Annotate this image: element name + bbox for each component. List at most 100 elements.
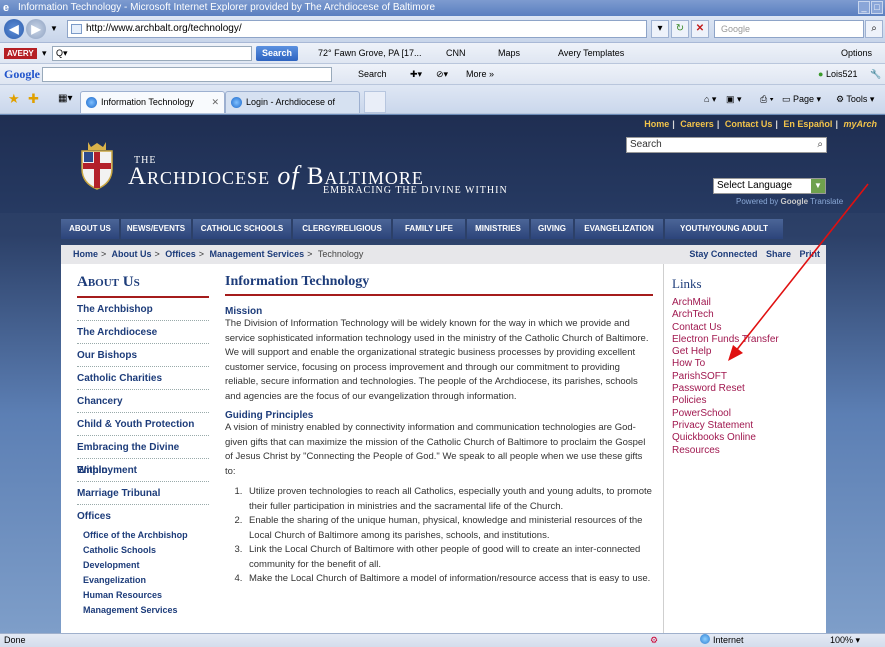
avery-dropdown-icon[interactable]: ▾ [42,43,47,63]
add-favorite-icon[interactable]: ✚ [28,89,39,109]
avery-search-button[interactable]: Search [256,46,299,61]
popup-blocker-icon[interactable]: ⊘▾ [436,64,448,84]
link-how-to[interactable]: How To [672,358,826,370]
options-button[interactable]: Options [841,43,872,63]
share-icon[interactable]: ✚▾ [410,64,422,84]
zoom-level[interactable]: 100% ▾ [830,634,860,647]
avery-logo[interactable]: AVERY [4,48,37,59]
history-dropdown-icon[interactable]: ▼ [50,24,58,33]
nav-youth-young-adult[interactable]: YOUTH/YOUNG ADULT [665,219,783,239]
more-button[interactable]: More » [466,64,494,84]
print-icon[interactable]: ⎙ ▾ [760,89,773,109]
breadcrumb-management-services[interactable]: Management Services [210,249,305,259]
maximize-icon[interactable]: □ [871,1,883,14]
toplink-careers[interactable]: Careers [680,119,714,129]
link-archtech[interactable]: ArchTech [672,309,826,321]
link-electron-funds-transfer[interactable]: Electron Funds Transfer [672,334,826,346]
url-dropdown-icon[interactable]: ▾ [651,20,669,38]
sidebar-item-bishops[interactable]: Our Bishops [77,344,209,367]
language-select[interactable]: Select Language ▼ [713,178,826,194]
avery-search-input[interactable]: Q▾ [52,46,252,61]
sidebar-subitem-evangelization[interactable]: Evangelization [77,573,209,588]
breadcrumb-about-us[interactable]: About Us [111,249,151,259]
google-logo[interactable]: Google [4,64,40,84]
url-field[interactable]: http://www.archbalt.org/technology/ [67,20,647,38]
maps-item[interactable]: Maps [498,43,520,63]
minimize-icon[interactable]: _ [858,1,870,14]
sidebar-subitem-management-services[interactable]: Management Services [77,603,209,618]
sidebar-subitem-human-resources[interactable]: Human Resources [77,588,209,603]
nav-evangelization[interactable]: EVANGELIZATION [575,219,663,239]
weather-item[interactable]: 72° Fawn Grove, PA [17... [318,43,421,63]
nav-giving[interactable]: GIVING [531,219,573,239]
toplink-contact[interactable]: Contact Us [725,119,773,129]
nav-ministries[interactable]: MINISTRIES [467,219,529,239]
breadcrumb: Home > About Us > Offices > Management Serv… [61,245,826,264]
sidebar-subitem-development[interactable]: Development [77,558,209,573]
breadcrumb-offices[interactable]: Offices [165,249,196,259]
link-get-help[interactable]: Get Help [672,346,826,358]
refresh-icon[interactable]: ↻ [671,20,689,38]
sidebar-item-chancery[interactable]: Chancery [77,390,209,413]
print-link[interactable]: Print [799,249,820,259]
link-parishsoft[interactable]: ParishSOFT [672,371,826,383]
avery-templates-item[interactable]: Avery Templates [558,43,624,63]
nav-catholic-schools[interactable]: CATHOLIC SCHOOLS [193,219,291,239]
back-button[interactable]: ◀ [4,19,24,39]
links-panel: Links ArchMail ArchTech Contact Us Elect… [663,264,826,633]
search-icon[interactable]: ⌕ [817,138,823,152]
toplink-home[interactable]: Home [644,119,669,129]
breadcrumb-home[interactable]: Home [73,249,98,259]
home-icon[interactable]: ⌂ ▾ [704,89,716,109]
new-tab-button[interactable] [364,91,386,113]
google-search-button[interactable]: Search [358,64,387,84]
link-contact-us[interactable]: Contact Us [672,322,826,334]
tools-menu[interactable]: ⚙ Tools ▾ [836,89,874,109]
nav-family-life[interactable]: FAMILY LIFE [393,219,465,239]
mission-text: The Division of Information Technology w… [225,318,649,402]
sidebar-subitem-office-archbishop[interactable]: Office of the Archbishop [77,528,209,543]
link-quickbooks-online[interactable]: Quickbooks Online [672,432,826,444]
quick-tabs-icon[interactable]: ▦▾ [58,89,72,109]
sidebar-item-catholic-charities[interactable]: Catholic Charities [77,367,209,390]
user-account[interactable]: ● Lois521 [818,64,857,84]
toplink-myarch[interactable]: myArch [843,119,877,129]
link-policies[interactable]: Policies [672,395,826,407]
search-icon[interactable]: ⌕ [865,20,883,38]
sidebar-item-child-youth-protection[interactable]: Child & Youth Protection [77,413,209,436]
sidebar-item-offices[interactable]: Offices [77,505,209,528]
sidebar-item-archdiocese[interactable]: The Archdiocese [77,321,209,344]
site-header: Home | Careers | Contact Us | En Español | m… [0,115,885,213]
stop-icon[interactable]: ✕ [691,20,709,38]
link-archmail[interactable]: ArchMail [672,297,826,309]
sidebar-item-archbishop[interactable]: The Archbishop [77,298,209,321]
toplink-espanol[interactable]: En Español [783,119,832,129]
tab-information-technology[interactable]: Information Technology ✕ [80,91,225,113]
sidebar-subitem-catholic-schools[interactable]: Catholic Schools [77,543,209,558]
tab-login[interactable]: Login - Archdiocese of Baltim... [225,91,360,127]
feeds-icon[interactable]: ▣ ▾ [726,89,742,109]
nav-about-us[interactable]: ABOUT US [61,219,119,239]
link-privacy-statement[interactable]: Privacy Statement [672,420,826,432]
stay-connected-link[interactable]: Stay Connected [689,249,757,259]
nav-clergy-religious[interactable]: CLERGY/RELIGIOUS [293,219,391,239]
site-search-input[interactable]: Search ⌕ [626,137,827,153]
link-powerschool[interactable]: PowerSchool [672,408,826,420]
sidebar-item-employment[interactable]: Employment [77,459,209,482]
archdiocese-crest-logo[interactable] [76,139,118,191]
browser-search-input[interactable]: Google [714,20,864,38]
forward-button[interactable]: ▶ [26,19,46,39]
google-search-input[interactable] [42,67,332,82]
nav-news-events[interactable]: NEWS/EVENTS [121,219,191,239]
page-title: Information Technology [225,274,653,296]
cnn-item[interactable]: CNN [446,43,466,63]
wrench-icon[interactable]: 🔧 [870,64,881,84]
sidebar-item-marriage-tribunal[interactable]: Marriage Tribunal [77,482,209,505]
close-tab-icon[interactable]: ✕ [211,92,219,112]
page-menu[interactable]: ▭ Page ▾ [782,89,821,109]
share-link[interactable]: Share [766,249,791,259]
link-password-reset[interactable]: Password Reset [672,383,826,395]
link-resources[interactable]: Resources [672,445,826,457]
favorites-star-icon[interactable]: ★ [8,89,20,109]
sidebar-item-embracing-divine[interactable]: Embracing the Divine Within [77,436,209,476]
